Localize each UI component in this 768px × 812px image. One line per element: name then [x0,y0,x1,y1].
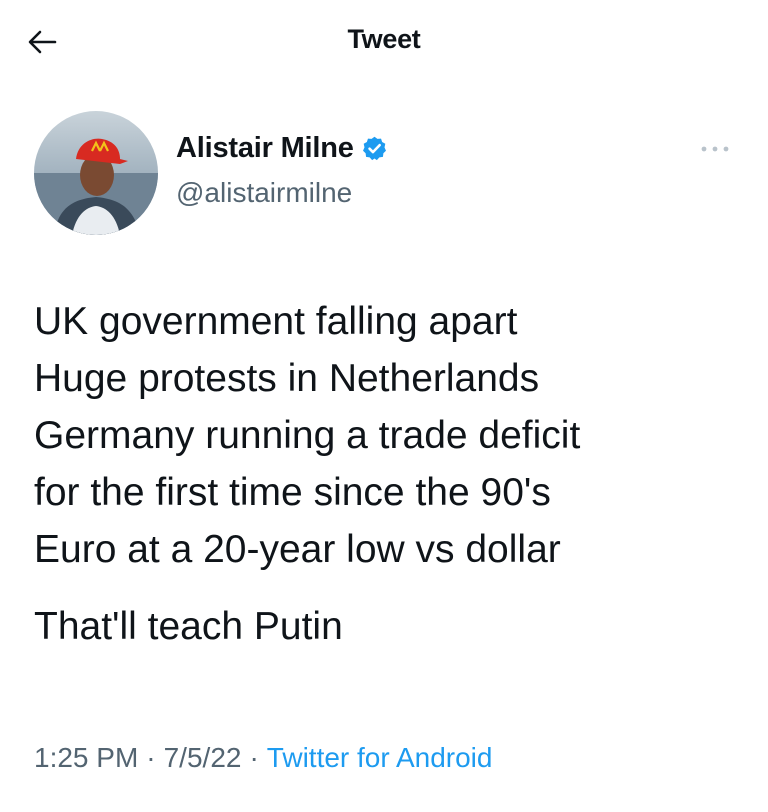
verified-badge-icon [361,135,388,162]
page-title: Tweet [347,24,421,54]
tweet-line: UK government falling apart [34,300,518,343]
tweet-punchline: That'll teach Putin [34,605,343,648]
tweet-metadata: 1:25 PM · 7/5/22 · Twitter for Android [34,742,492,774]
author-handle[interactable]: @alistairmilne [176,177,352,209]
tweet-source-link[interactable]: Twitter for Android [267,742,493,773]
tweet-line: for the first time since the 90's [34,471,551,514]
tweet-author: Alistair Milne @alistairmilne [34,111,734,241]
tweet-date[interactable]: 7/5/22 [164,742,242,773]
profile-photo [34,111,158,235]
tweet-line: Huge protests in Netherlands [34,357,540,400]
tweet-time: 1:25 PM [34,742,139,773]
avatar[interactable] [34,111,158,235]
tweet-text: UK government falling apart Huge protest… [34,293,744,655]
tweet-line: Euro at a 20-year low vs dollar [34,528,561,571]
meta-separator: · [146,742,156,773]
more-options-button[interactable] [690,137,740,161]
more-dots-icon [701,146,729,152]
author-name-row[interactable]: Alistair Milne [176,132,388,165]
display-name: Alistair Milne [176,132,354,164]
meta-separator: · [249,742,259,773]
tweet-line: Germany running a trade deficit [34,414,581,457]
tweet-header: Tweet [0,0,768,84]
